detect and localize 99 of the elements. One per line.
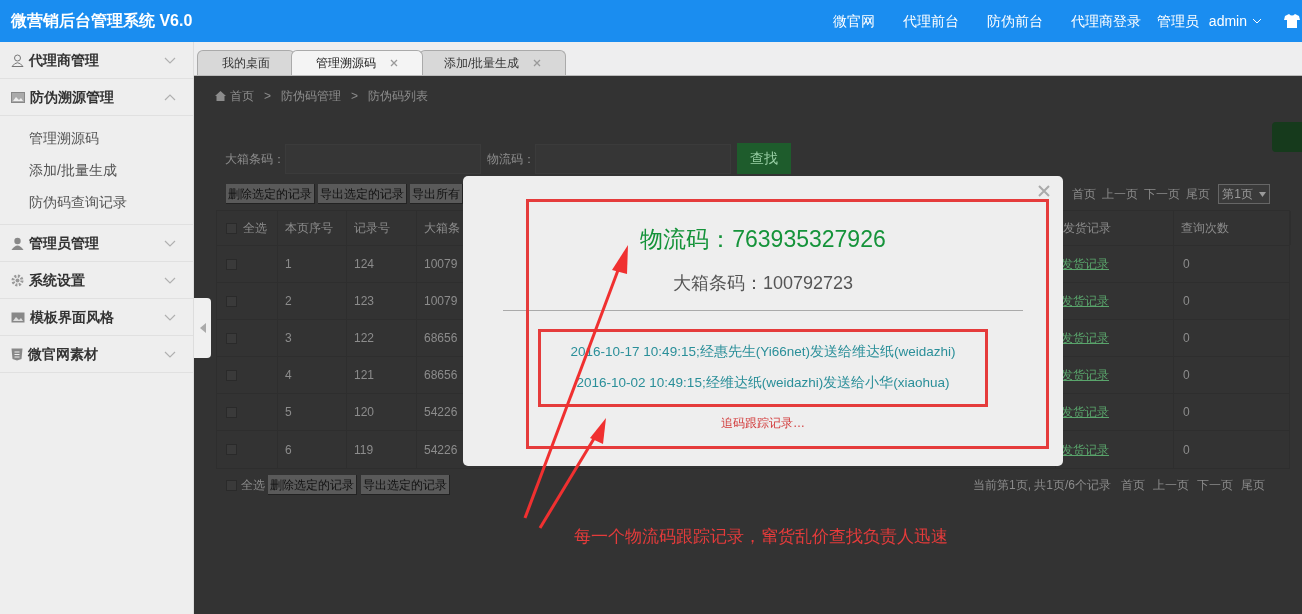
column-header: 大箱条 (424, 220, 460, 237)
column-header: 全选 (243, 220, 267, 237)
settings-icon (11, 273, 24, 287)
tab[interactable]: 管理溯源码 (291, 50, 423, 75)
nav-link[interactable]: 微官网 (832, 10, 875, 32)
chevron-down-icon (164, 350, 176, 358)
table-cell-text: 4 (285, 367, 292, 384)
trace-more-link[interactable]: 追码跟踪记录… (721, 413, 805, 432)
breadcrumb-link[interactable]: 防伪码管理 (281, 87, 341, 105)
table-cell-text: 119 (354, 441, 374, 459)
table-cell-text: 68656 (424, 367, 458, 384)
close-icon[interactable] (533, 59, 542, 67)
column-header: 记录号 (354, 220, 390, 237)
annotation-text: 每一个物流码跟踪记录，窜货乱价查找负责人迅速 (574, 526, 948, 548)
table-cell-text: 10079 (424, 256, 458, 273)
sidebar-item[interactable]: 系统设置 (0, 262, 193, 299)
pager-link[interactable]: 上一页 (1153, 476, 1189, 494)
sidebar-item[interactable]: 代理商管理 (0, 42, 193, 79)
sidebar-item[interactable]: 管理员管理 (0, 225, 193, 262)
toolbar-button[interactable]: 导出所有 (410, 184, 463, 204)
table-cell-text: 10079 (424, 293, 458, 310)
table-cell-text: 0 (1183, 367, 1190, 384)
image-icon (11, 91, 25, 103)
submenu-item[interactable]: 管理溯源码 (0, 122, 193, 154)
table-cell-text: 3 (285, 330, 292, 347)
close-icon[interactable] (390, 59, 398, 67)
breadcrumb-link[interactable]: 首页 (230, 87, 254, 105)
footer-button[interactable]: 删除选定的记录 (268, 475, 357, 495)
logistics-code-title: 物流码：763935327926 (640, 225, 886, 254)
user-label: 管理员 (1156, 11, 1199, 31)
chevron-up-icon (164, 93, 176, 101)
select-all-label: 全选 (241, 477, 265, 494)
chevron-down-icon (164, 313, 176, 321)
chevron-down-icon (164, 276, 176, 284)
box-code-text: 大箱条码：100792723 (672, 271, 854, 295)
chevron-down-icon (164, 239, 176, 247)
record-summary: 当前第1页, 共1页/6个记录 (972, 477, 1111, 494)
breadcrumb-separator: > (264, 88, 271, 105)
table-cell-text: 122 (354, 330, 375, 347)
table-cell-text: 68656 (424, 330, 458, 347)
action-button[interactable] (1272, 122, 1302, 152)
chevron-down-icon (164, 56, 176, 64)
search-button[interactable]: 查找 (737, 143, 791, 174)
user-icon (11, 236, 24, 250)
nav-link[interactable]: 防伪前台 (986, 10, 1043, 32)
toolbar-button[interactable]: 导出选定的记录 (318, 184, 407, 204)
sidebar-item[interactable]: 防伪溯源管理 (0, 79, 193, 116)
table-cell-text: 0 (1183, 293, 1190, 310)
table-cell-text: 0 (1183, 256, 1190, 273)
nav-link[interactable]: 代理前台 (902, 10, 959, 32)
caret-icon (1252, 18, 1262, 24)
table-cell-text: 2 (285, 293, 292, 310)
caret-icon (1259, 191, 1266, 197)
column-header: 查询次数 (1181, 220, 1229, 237)
app-title: 微营销后台管理系统 V6.0 (11, 11, 193, 31)
table-cell-text: 123 (354, 293, 375, 310)
pager-link[interactable]: 尾页 (1241, 476, 1265, 494)
table-cell-text: 1 (285, 256, 292, 273)
shirt-icon[interactable] (1284, 14, 1300, 28)
page-select[interactable]: 第1页 (1218, 184, 1270, 204)
submenu-item[interactable]: 添加/批量生成 (0, 154, 193, 186)
breadcrumb-link[interactable]: 防伪码列表 (368, 87, 429, 105)
table-cell-text: 6 (285, 441, 292, 459)
pager-link[interactable]: 上一页 (1102, 185, 1139, 203)
table-cell-text: 0 (1183, 404, 1190, 421)
table-cell-text: 124 (354, 256, 375, 273)
close-icon[interactable] (1038, 185, 1050, 197)
pager-link[interactable]: 尾页 (1186, 185, 1211, 203)
breadcrumb-separator: > (351, 88, 359, 105)
sidebar-item[interactable]: 模板界面风格 (0, 299, 193, 336)
shield-icon (11, 347, 23, 361)
sidebar-item[interactable]: 微官网素材 (0, 336, 193, 373)
user-outline-icon (11, 53, 24, 67)
pager-link[interactable]: 下一页 (1197, 476, 1233, 494)
trace-record: 2016-10-02 10:49:15;经维达纸(weidazhi)发送给小华(xiaohua) (576, 373, 950, 392)
footer-button[interactable]: 导出选定的记录 (361, 475, 450, 495)
table-cell-text: 121 (354, 367, 375, 384)
nav-link[interactable]: 代理商登录 (1070, 10, 1141, 32)
image-icon (11, 311, 25, 323)
field-label: 大箱条码： (225, 150, 285, 168)
caret-left-icon (199, 323, 206, 333)
sidebar-collapse-handle[interactable] (194, 298, 211, 358)
column-header: 本页序号 (285, 220, 333, 237)
pager-link[interactable]: 首页 (1121, 476, 1145, 494)
table-cell-text: 0 (1183, 441, 1190, 459)
table-cell-text: 5 (285, 404, 292, 421)
user-menu[interactable]: admin (1208, 10, 1262, 32)
column-header: 发货记录 (1063, 220, 1111, 237)
table-cell-text: 54226 (424, 441, 458, 459)
home-icon (215, 91, 226, 101)
table-cell-text: 0 (1183, 330, 1190, 347)
toolbar-button[interactable]: 删除选定的记录 (226, 184, 315, 204)
field-label: 物流码： (487, 150, 535, 168)
table-cell-text: 120 (354, 404, 375, 421)
pager-link[interactable]: 下一页 (1144, 185, 1181, 203)
tab[interactable]: 添加/批量生成 (419, 50, 567, 75)
submenu-item[interactable]: 防伪码查询记录 (0, 186, 193, 218)
pager-link[interactable]: 首页 (1072, 185, 1097, 203)
table-cell-text: 54226 (424, 404, 458, 421)
